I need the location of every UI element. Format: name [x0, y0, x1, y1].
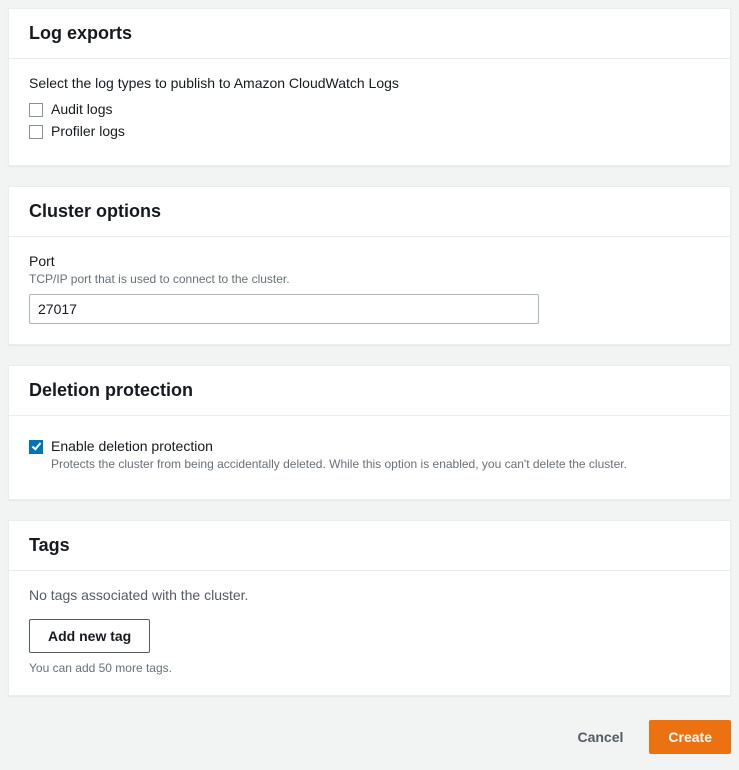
tags-empty-message: No tags associated with the cluster.: [29, 587, 710, 603]
log-exports-description: Select the log types to publish to Amazo…: [29, 75, 710, 91]
profiler-logs-label: Profiler logs: [51, 123, 125, 139]
cancel-button[interactable]: Cancel: [559, 720, 641, 754]
enable-deletion-protection-row[interactable]: Enable deletion protection Protects the …: [29, 438, 710, 473]
tags-panel: Tags No tags associated with the cluster…: [8, 520, 731, 696]
tags-title: Tags: [29, 535, 710, 556]
panel-header: Deletion protection: [9, 366, 730, 416]
log-exports-title: Log exports: [29, 23, 710, 44]
cluster-options-panel: Cluster options Port TCP/IP port that is…: [8, 186, 731, 345]
enable-deletion-protection-checkbox[interactable]: [29, 440, 43, 454]
log-exports-panel: Log exports Select the log types to publ…: [8, 8, 731, 166]
panel-header: Tags: [9, 521, 730, 571]
panel-header: Log exports: [9, 9, 730, 59]
deletion-protection-title: Deletion protection: [29, 380, 710, 401]
deletion-protection-panel: Deletion protection Enable deletion prot…: [8, 365, 731, 500]
port-label: Port: [29, 253, 710, 269]
audit-logs-row[interactable]: Audit logs: [29, 101, 710, 117]
panel-body: Select the log types to publish to Amazo…: [9, 59, 730, 165]
panel-body: No tags associated with the cluster. Add…: [9, 571, 730, 695]
tags-limit-hint: You can add 50 more tags.: [29, 661, 710, 675]
panel-body: Enable deletion protection Protects the …: [9, 416, 730, 499]
audit-logs-label: Audit logs: [51, 101, 112, 117]
cluster-options-title: Cluster options: [29, 201, 710, 222]
panel-header: Cluster options: [9, 187, 730, 237]
enable-deletion-protection-hint: Protects the cluster from being accident…: [51, 456, 627, 473]
port-input[interactable]: [29, 294, 539, 324]
audit-logs-checkbox[interactable]: [29, 103, 43, 117]
footer-actions: Cancel Create: [8, 716, 731, 762]
enable-deletion-protection-label: Enable deletion protection: [51, 438, 627, 454]
add-new-tag-button[interactable]: Add new tag: [29, 619, 150, 653]
port-hint: TCP/IP port that is used to connect to t…: [29, 271, 710, 288]
profiler-logs-row[interactable]: Profiler logs: [29, 123, 710, 139]
panel-body: Port TCP/IP port that is used to connect…: [9, 237, 730, 344]
profiler-logs-checkbox[interactable]: [29, 125, 43, 139]
create-button[interactable]: Create: [649, 720, 731, 754]
